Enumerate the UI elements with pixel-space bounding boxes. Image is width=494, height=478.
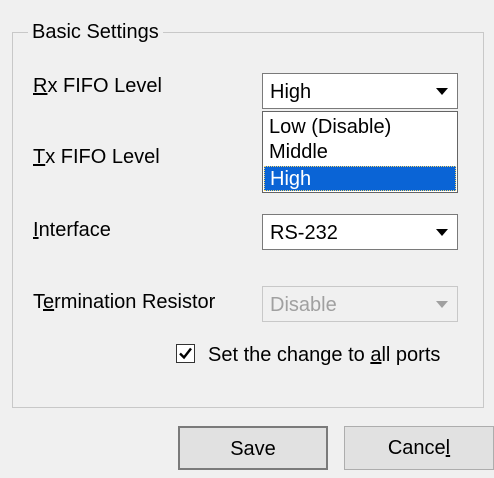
chevron-down-icon[interactable] — [428, 216, 456, 248]
dropdown-option-selected[interactable]: High — [264, 166, 456, 191]
group-title: Basic Settings — [28, 20, 163, 44]
settings-panel: Basic Settings Rx FIFO Level High Tx FIF… — [0, 0, 494, 478]
termination-label: Termination Resistor — [33, 291, 216, 313]
termination-select: Disable — [262, 286, 458, 322]
interface-label: Interface — [33, 219, 111, 241]
save-button[interactable]: Save — [178, 426, 328, 470]
rx-fifo-value: High — [270, 81, 312, 103]
rx-fifo-label: Rx FIFO Level — [33, 75, 162, 97]
termination-value: Disable — [270, 294, 337, 316]
interface-value: RS-232 — [270, 222, 338, 244]
rx-fifo-dropdown-list: Low (Disable) Middle High — [262, 111, 458, 193]
chevron-down-icon[interactable] — [428, 75, 456, 107]
dropdown-option[interactable]: Low (Disable) — [264, 115, 456, 140]
tx-fifo-label: Tx FIFO Level — [33, 146, 160, 168]
chevron-down-icon — [428, 288, 456, 320]
interface-select[interactable]: RS-232 — [262, 214, 458, 250]
rx-fifo-select[interactable]: High — [262, 73, 458, 109]
dropdown-option[interactable]: Middle — [264, 140, 456, 165]
apply-all-checkbox[interactable] — [176, 344, 195, 363]
cancel-button[interactable]: Cancel — [344, 426, 494, 470]
apply-all-label[interactable]: Set the change to all ports — [208, 343, 440, 367]
